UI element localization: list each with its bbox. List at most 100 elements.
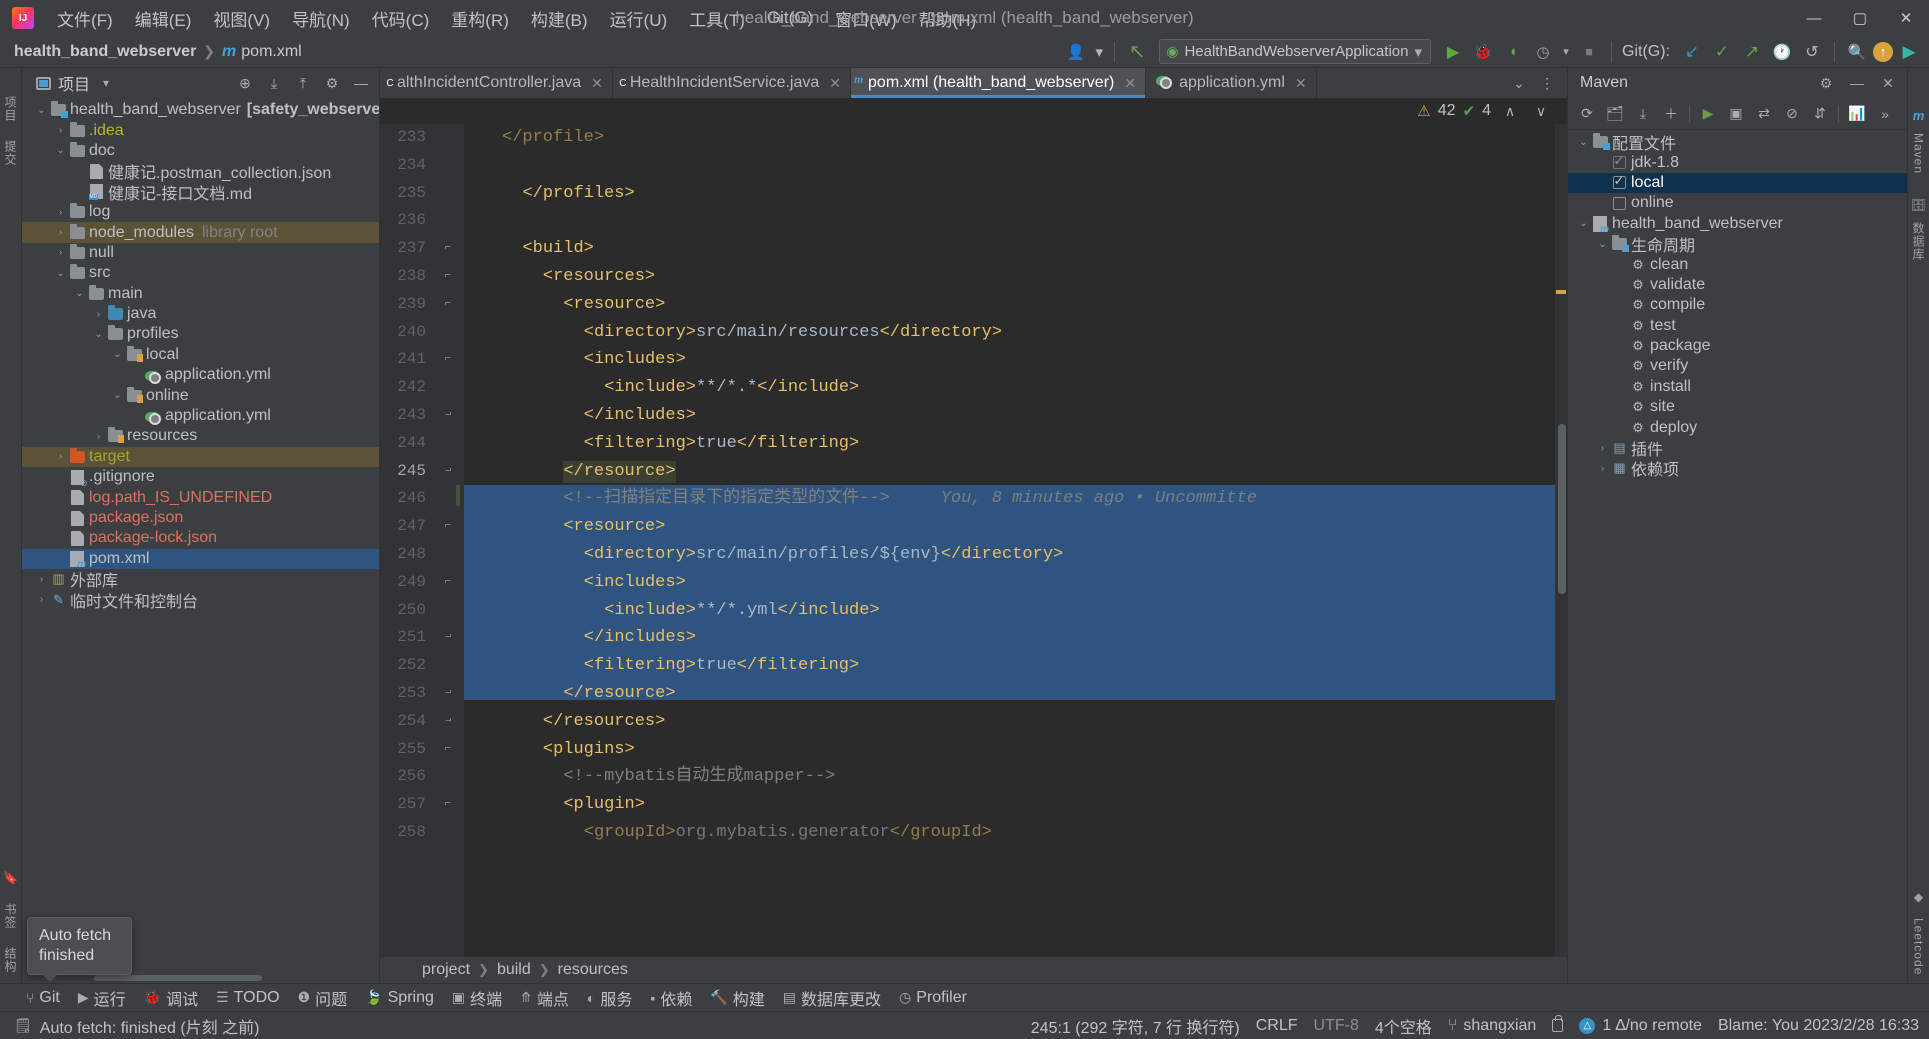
project-tree-row[interactable]: ›log: [22, 202, 379, 222]
maven-tree-row[interactable]: ⚙package: [1568, 336, 1907, 356]
bookmark-icon[interactable]: 🔖: [3, 871, 18, 885]
chevron-down-icon[interactable]: ⌄: [1595, 239, 1610, 250]
toolwindow-button-终端[interactable]: ▣终端: [444, 983, 510, 1013]
tab-list-chevron-icon[interactable]: ⌄: [1507, 72, 1531, 94]
toggle-offline-icon[interactable]: ⊘: [1779, 102, 1805, 126]
code-line[interactable]: <filtering>true</filtering>: [464, 430, 1567, 458]
git-rollback-icon[interactable]: ↺: [1798, 39, 1826, 65]
rail-item-maven[interactable]: Maven: [1912, 133, 1926, 174]
blame-widget[interactable]: Blame: You 2023/2/28 16:33: [1718, 1017, 1919, 1035]
project-tree-row[interactable]: application.yml: [22, 406, 379, 426]
git-push-icon[interactable]: ↗: [1738, 39, 1766, 65]
fold-expanded-icon[interactable]: ⌐: [445, 575, 451, 587]
code-line[interactable]: </resource>: [464, 458, 1567, 486]
chevron-right-icon[interactable]: ›: [53, 247, 68, 258]
chevron-down-icon[interactable]: ⌄: [53, 145, 68, 156]
menu-run[interactable]: 运行(U): [599, 2, 679, 35]
project-tree-row[interactable]: ⌄local: [22, 345, 379, 365]
code-line[interactable]: <filtering>true</filtering>: [464, 652, 1567, 680]
fold-collapse-icon[interactable]: ⌐: [445, 630, 451, 642]
code-line[interactable]: <resource>: [464, 291, 1567, 319]
maven-tree-row[interactable]: ⚙verify: [1568, 356, 1907, 376]
profile-button[interactable]: ◷: [1529, 39, 1557, 65]
project-tree-row[interactable]: ⌄doc: [22, 141, 379, 161]
update-project-icon[interactable]: ↖: [1123, 39, 1151, 65]
select-opened-file-icon[interactable]: ⊕: [233, 72, 257, 94]
chevron-right-icon[interactable]: ›: [53, 125, 68, 136]
close-icon[interactable]: ✕: [1124, 75, 1136, 92]
chevron-down-icon[interactable]: ⌄: [1576, 218, 1591, 229]
maven-tree-row[interactable]: ⚙validate: [1568, 275, 1907, 295]
indent-widget[interactable]: 4个空格: [1375, 1014, 1432, 1038]
close-icon[interactable]: ✕: [1875, 71, 1901, 95]
menu-window[interactable]: 窗口(W): [824, 2, 907, 35]
menu-help[interactable]: 帮助(H): [908, 2, 988, 35]
maximize-button[interactable]: ▢: [1837, 0, 1883, 36]
tab-options-icon[interactable]: ⋮: [1535, 72, 1559, 94]
fold-expanded-icon[interactable]: ⌐: [445, 797, 451, 809]
stop-button[interactable]: ■: [1575, 39, 1603, 65]
project-tree-row[interactable]: 健康记.postman_collection.json: [22, 161, 379, 181]
chevron-down-icon[interactable]: ⌄: [1576, 137, 1591, 148]
menu-refactor[interactable]: 重构(R): [440, 2, 520, 35]
toolwindow-button-问题[interactable]: ❶问题: [290, 983, 356, 1013]
toolwindow-button-git[interactable]: ⑂Git: [18, 986, 68, 1010]
project-tree-row[interactable]: ⌄profiles: [22, 324, 379, 344]
project-tree-row[interactable]: ⌄main: [22, 284, 379, 304]
editor-gutter[interactable]: 233234235236237⌐238⌐239⌐240241⌐242243⌐24…: [380, 124, 464, 957]
maven-tree-row[interactable]: ⌄配置文件: [1568, 132, 1907, 152]
maven-tree-row[interactable]: jdk-1.8: [1568, 152, 1907, 172]
gear-icon[interactable]: ⚙: [1813, 71, 1839, 95]
chevron-down-icon[interactable]: ⌄: [110, 390, 125, 401]
debug-button[interactable]: 🐞: [1469, 39, 1497, 65]
code-line[interactable]: <include>**/*.*</include>: [464, 374, 1567, 402]
checkbox-checked-disabled[interactable]: [1610, 156, 1628, 169]
project-tree-row[interactable]: package-lock.json: [22, 528, 379, 548]
vcs-status-widget[interactable]: 1 ∆/no remote: [1579, 1017, 1702, 1035]
toggle-profiles-icon[interactable]: ⇄: [1751, 102, 1777, 126]
close-icon[interactable]: ✕: [829, 75, 841, 92]
code-line[interactable]: </resources>: [464, 708, 1567, 736]
chevron-right-icon[interactable]: ›: [1595, 443, 1610, 454]
user-caret-down-icon[interactable]: ▾: [1092, 39, 1106, 65]
encoding-widget[interactable]: UTF-8: [1314, 1017, 1359, 1035]
execute-maven-goal-icon[interactable]: ▣: [1723, 102, 1749, 126]
chevron-right-icon[interactable]: ›: [53, 227, 68, 238]
code-line[interactable]: </resource>: [464, 680, 1567, 708]
git-commit-icon[interactable]: ✓: [1708, 39, 1736, 65]
toolwindow-button-profiler[interactable]: ◷Profiler: [891, 986, 975, 1010]
ide-assistant-icon[interactable]: ▶: [1895, 39, 1923, 65]
menu-build[interactable]: 构建(B): [520, 2, 599, 35]
toolwindow-button-调试[interactable]: 🐞调试: [136, 983, 206, 1013]
project-tree-row[interactable]: ›.idea: [22, 120, 379, 140]
menu-git[interactable]: Git(G): [756, 4, 824, 32]
rail-item-bookmarks[interactable]: 书签: [2, 903, 19, 929]
show-diagram-icon[interactable]: 📊: [1844, 102, 1870, 126]
code-line[interactable]: </profiles>: [464, 180, 1567, 208]
maven-tree-row[interactable]: ⌄health_band_webserver: [1568, 214, 1907, 234]
previous-problem-icon[interactable]: ∧: [1498, 100, 1522, 122]
code-line[interactable]: <directory>src/main/profiles/${env}</dir…: [464, 541, 1567, 569]
git-history-icon[interactable]: 🕐: [1768, 39, 1796, 65]
line-separator-widget[interactable]: CRLF: [1256, 1017, 1298, 1035]
expand-all-icon[interactable]: ⤓: [262, 72, 286, 94]
project-tree-row[interactable]: ⌄health_band_webserver[safety_webserver]…: [22, 100, 379, 120]
breadcrumb-project[interactable]: health_band_webserver: [14, 43, 196, 61]
reload-project-icon[interactable]: ⟳: [1574, 102, 1600, 126]
close-button[interactable]: ✕: [1883, 0, 1929, 36]
chevron-down-icon[interactable]: ⌄: [34, 105, 49, 116]
fold-expanded-icon[interactable]: ⌐: [445, 297, 451, 309]
menu-code[interactable]: 代码(C): [361, 2, 441, 35]
code-line[interactable]: <plugins>: [464, 736, 1567, 764]
profile-caret-icon[interactable]: ▾: [1559, 39, 1573, 65]
maven-tree-row[interactable]: local: [1568, 173, 1907, 193]
project-tree-row[interactable]: ›▥外部库: [22, 569, 379, 589]
project-panel-title-group[interactable]: 项目 ▾: [36, 71, 109, 95]
run-button[interactable]: ▶: [1439, 39, 1467, 65]
chevron-down-icon[interactable]: ▾: [103, 76, 109, 90]
code-line[interactable]: [464, 152, 1567, 180]
chevron-right-icon[interactable]: ›: [34, 574, 49, 585]
code-line[interactable]: <resources>: [464, 263, 1567, 291]
menu-navigate[interactable]: 导航(N): [281, 2, 361, 35]
project-tree-row[interactable]: 健康记-接口文档.md: [22, 182, 379, 202]
